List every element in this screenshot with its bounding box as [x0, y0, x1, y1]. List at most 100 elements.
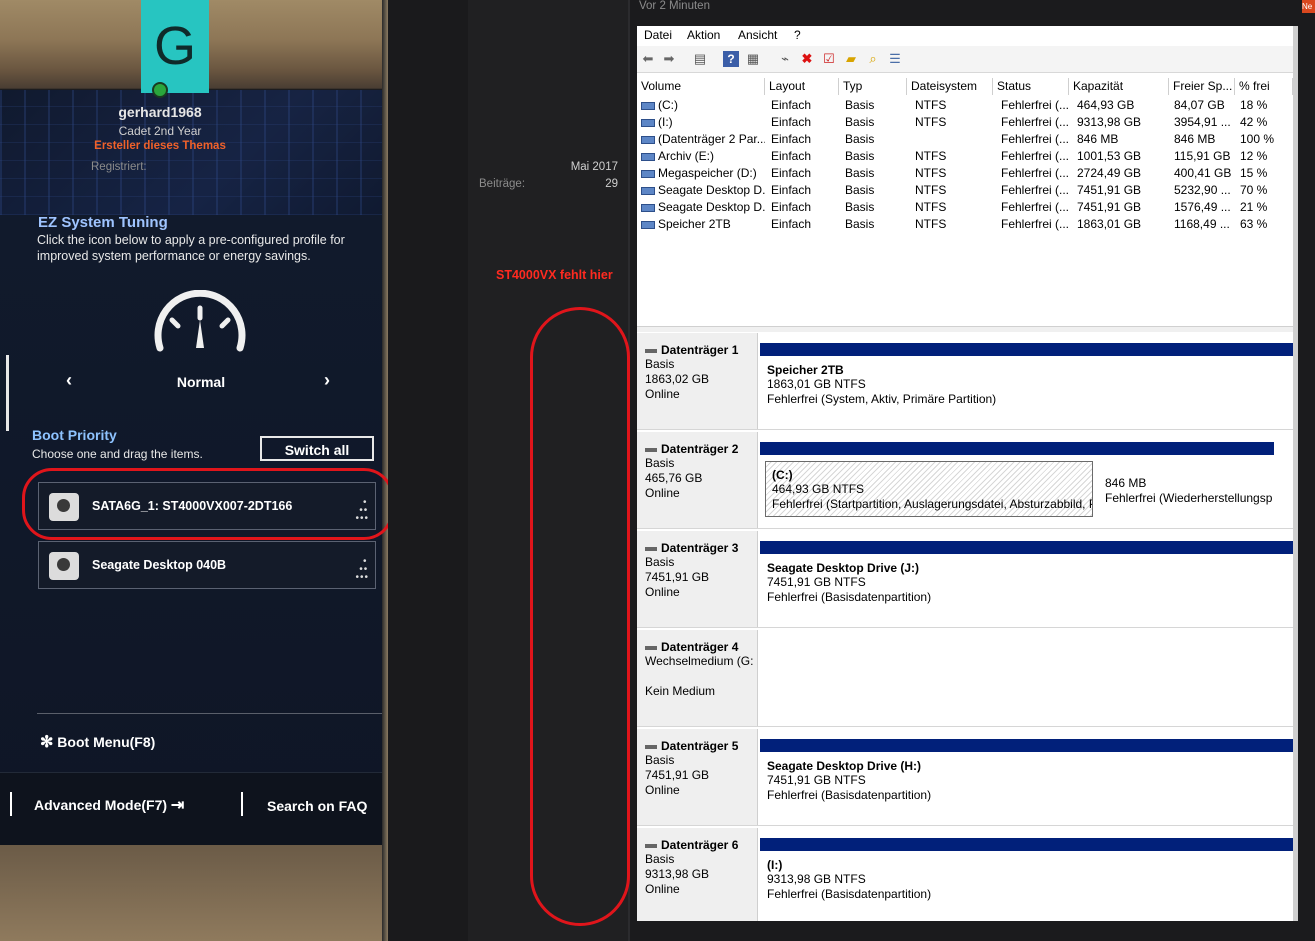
- properties-icon[interactable]: ▦: [745, 51, 761, 67]
- disk-row[interactable]: Datenträger 3 Basis 7451,91 GB Online Seagat…: [637, 531, 1293, 628]
- column-header[interactable]: Layout: [765, 78, 839, 95]
- forward-icon[interactable]: ➡: [661, 51, 677, 67]
- partition[interactable]: Seagate Desktop Drive (H:) 7451,91 GB NTF…: [760, 739, 1293, 819]
- mode-label: Normal: [176, 374, 226, 390]
- mode-prev-arrow[interactable]: ‹: [66, 370, 72, 391]
- disk-info[interactable]: Datenträger 5 Basis 7451,91 GB Online: [637, 729, 758, 825]
- list-icon[interactable]: ☰: [887, 51, 903, 67]
- table-row[interactable]: Speicher 2TB Einfach Basis NTFS Fehlerfrei (…: [637, 216, 1293, 233]
- folder-up-icon[interactable]: ▰: [843, 51, 859, 67]
- column-header[interactable]: Dateisystem: [907, 78, 993, 95]
- check-icon[interactable]: ☑: [821, 51, 837, 67]
- table-row[interactable]: Archiv (E:) Einfach Basis NTFS Fehlerfrei (.…: [637, 148, 1293, 165]
- partition[interactable]: Speicher 2TB 1863,01 GB NTFS Fehlerfrei (S…: [760, 343, 1293, 423]
- partition-title: Speicher 2TB: [767, 363, 844, 377]
- username-link[interactable]: gerhard1968: [80, 104, 240, 120]
- column-header[interactable]: Status: [993, 78, 1069, 95]
- bottom-bar-divider: [10, 792, 12, 816]
- search-folder-icon[interactable]: ⌕: [865, 51, 881, 67]
- mode-next-arrow[interactable]: ›: [324, 370, 330, 391]
- disk-row[interactable]: Datenträger 6 Basis 9313,98 GB Online (I:) 93…: [637, 828, 1293, 921]
- bottom-bar-divider: [241, 792, 243, 816]
- table-cell: 1001,53 GB: [1075, 148, 1171, 165]
- speedometer-icon[interactable]: [150, 290, 250, 356]
- column-header[interactable]: Kapazität: [1069, 78, 1169, 95]
- partition-title: Seagate Desktop Drive (J:): [767, 561, 920, 575]
- cell-text: Archiv (E:): [658, 149, 715, 163]
- column-header[interactable]: Volume: [637, 78, 765, 95]
- pane-splitter[interactable]: [637, 326, 1293, 332]
- table-row[interactable]: (Datenträger 2 Par... Einfach Basis Fehlerf…: [637, 131, 1293, 148]
- menu-ansicht[interactable]: Ansicht: [738, 28, 777, 42]
- cell-text: Basis: [845, 149, 875, 163]
- table-row[interactable]: Seagate Desktop D... Einfach Basis NTFS Fehl…: [637, 182, 1293, 199]
- table-cell: NTFS: [913, 114, 997, 131]
- partition-status: Fehlerfrei (Basisdatenpartition): [767, 590, 932, 604]
- disk-row[interactable]: Datenträger 5 Basis 7451,91 GB Online Seagat…: [637, 729, 1293, 826]
- cell-text: 15 %: [1240, 166, 1268, 180]
- volume-icon: [641, 118, 655, 127]
- cell-text: 42 %: [1240, 115, 1268, 129]
- partition[interactable]: (I:) 9313,98 GB NTFS Fehlerfrei (Basisdate…: [760, 838, 1293, 918]
- cell-text: 21 %: [1240, 200, 1268, 214]
- column-header[interactable]: Freier Sp...: [1169, 78, 1235, 95]
- cell-text: 70 %: [1240, 183, 1268, 197]
- cell-text: Fehlerfrei (...: [1001, 183, 1070, 197]
- boot-menu-button[interactable]: ✻ Boot Menu(F8): [40, 732, 155, 752]
- partition[interactable]: Seagate Desktop Drive (J:) 7451,91 GB NTF…: [760, 541, 1293, 621]
- table-cell: Einfach: [769, 216, 839, 233]
- column-header[interactable]: % frei: [1235, 78, 1293, 95]
- vertical-scrollbar[interactable]: [1293, 26, 1298, 921]
- disk-state: Online: [645, 387, 680, 401]
- table-row[interactable]: (I:) Einfach Basis NTFS Fehlerfrei (... 9313,…: [637, 114, 1293, 131]
- hard-disk-icon: [49, 552, 79, 580]
- table-cell: Seagate Desktop D...: [639, 182, 765, 199]
- disk-info[interactable]: Datenträger 4 Wechselmedium (G: Kein Medi…: [637, 630, 758, 726]
- search-faq-button[interactable]: Search on FAQ: [267, 798, 367, 814]
- disk-info[interactable]: Datenträger 3 Basis 7451,91 GB Online: [637, 531, 758, 627]
- menu-help[interactable]: ?: [794, 28, 801, 42]
- table-cell: NTFS: [913, 216, 997, 233]
- table-row[interactable]: Seagate Desktop D... Einfach Basis NTFS Fehl…: [637, 199, 1293, 216]
- photo-background: [0, 845, 388, 941]
- column-header[interactable]: Typ: [839, 78, 907, 95]
- menu-datei[interactable]: Datei: [644, 28, 672, 42]
- disk-row[interactable]: Datenträger 1 Basis 1863,02 GB Online Speich…: [637, 333, 1293, 430]
- menu-aktion[interactable]: Aktion: [687, 28, 720, 42]
- table-row[interactable]: (C:) Einfach Basis NTFS Fehlerfrei (... 464,9…: [637, 97, 1293, 114]
- delete-icon[interactable]: ✖: [799, 51, 815, 67]
- disk-name: Datenträger 3: [645, 541, 757, 555]
- disk-row[interactable]: Datenträger 2 Basis 465,76 GB Online (C:) 464…: [637, 432, 1293, 529]
- forum-gutter: [388, 0, 468, 941]
- new-badge: Ne: [1302, 0, 1315, 13]
- disk-info[interactable]: Datenträger 2 Basis 465,76 GB Online: [637, 432, 758, 528]
- disk-info[interactable]: Datenträger 1 Basis 1863,02 GB Online: [637, 333, 758, 429]
- back-icon[interactable]: ⬅: [640, 51, 656, 67]
- partition[interactable]: 846 MB Fehlerfrei (Wiederherstellungsp: [1098, 442, 1274, 522]
- volume-icon: [641, 203, 655, 212]
- cell-text: NTFS: [915, 149, 947, 163]
- switch-all-button[interactable]: Switch all: [260, 436, 374, 461]
- avatar[interactable]: G: [141, 0, 209, 93]
- table-row[interactable]: Megaspeicher (D:) Einfach Basis NTFS Fehlerf…: [637, 165, 1293, 182]
- disk-type: Basis: [645, 555, 675, 569]
- help-icon[interactable]: ?: [723, 51, 739, 67]
- cell-text: Basis: [845, 166, 875, 180]
- partition[interactable]: (C:) 464,93 GB NTFS Fehlerfrei (Startparti…: [760, 442, 1098, 522]
- disk-type: Wechselmedium (G:: [645, 654, 754, 668]
- advanced-mode-button[interactable]: Advanced Mode(F7) ⇥: [34, 795, 184, 815]
- console-icon[interactable]: ▤: [692, 51, 708, 67]
- cell-text: Fehlerfrei (...: [1001, 149, 1070, 163]
- cell-text: Einfach: [771, 115, 812, 129]
- connect-icon[interactable]: ⌁: [777, 51, 793, 67]
- table-cell: 63 %: [1238, 216, 1293, 233]
- disk-type: Basis: [645, 753, 675, 767]
- cell-text: Einfach: [771, 183, 812, 197]
- cell-text: 63 %: [1240, 217, 1268, 231]
- boot-item[interactable]: Seagate Desktop 040B • •• •••: [38, 541, 376, 589]
- disk-row[interactable]: Datenträger 4 Wechselmedium (G: Kein Medi…: [637, 630, 1293, 727]
- cell-text: Fehlerfrei (...: [1001, 217, 1070, 231]
- cell-text: Seagate Desktop D...: [658, 200, 765, 214]
- drag-handle-icon[interactable]: • •• •••: [355, 557, 369, 583]
- disk-info[interactable]: Datenträger 6 Basis 9313,98 GB Online: [637, 828, 758, 921]
